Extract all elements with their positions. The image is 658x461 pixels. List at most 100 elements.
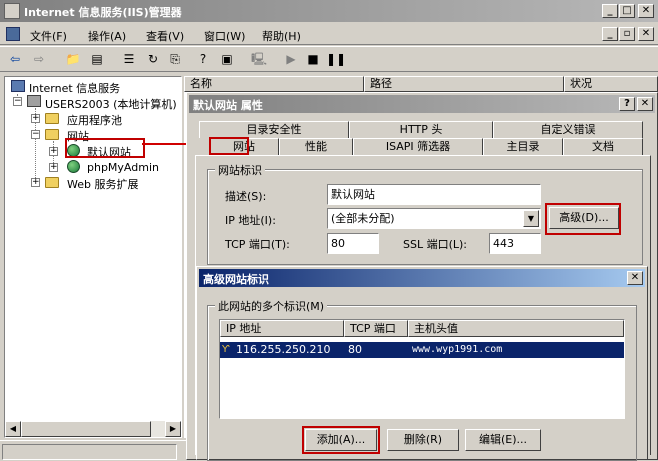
tree-root[interactable]: Internet 信息服务 <box>29 80 120 96</box>
advanced-close-button[interactable]: ✕ <box>627 271 643 285</box>
collapse-icon[interactable]: − <box>13 97 22 106</box>
row-host: www.wyp1991.com <box>412 344 503 355</box>
highlight-box <box>209 137 249 155</box>
expand-icon[interactable]: + <box>31 178 40 187</box>
tree-scrollbar[interactable]: ◀ ▶ <box>5 421 181 437</box>
ip-label: IP 地址(I): <box>225 214 276 227</box>
ssl-port-input[interactable]: 443 <box>489 233 541 254</box>
advanced-dialog: 高级网站标识 ✕ 此网站的多个标识(M) IP 地址 TCP 端口 主机头值 Ƴ… <box>196 266 648 461</box>
tab-label: 目录安全性 <box>246 123 302 136</box>
scroll-right-button[interactable]: ▶ <box>165 421 181 437</box>
pause-icon[interactable]: ❚❚ <box>326 50 346 68</box>
chevron-down-icon[interactable]: ▼ <box>523 210 539 227</box>
expand-icon[interactable]: + <box>31 114 40 123</box>
forward-arrow-icon[interactable]: ⇨ <box>30 50 48 68</box>
row-ip: 116.255.250.210 <box>236 343 331 356</box>
advanced-titlebar: 高级网站标识 ✕ <box>199 269 645 287</box>
scroll-thumb[interactable] <box>21 421 151 437</box>
scroll-left-button[interactable]: ◀ <box>5 421 21 437</box>
column-label: 主机头值 <box>414 322 458 335</box>
expand-icon[interactable]: + <box>49 147 58 156</box>
close-button[interactable]: ✕ <box>638 4 654 18</box>
menu-bar: 文件(F) 操作(A) 查看(V) 窗口(W) 帮助(H) _ ▫ ✕ <box>0 23 658 45</box>
column-header-path[interactable]: 路径 <box>364 76 564 92</box>
tree-app-pools[interactable]: 应用程序池 <box>67 112 122 128</box>
folder-open-icon <box>45 129 59 140</box>
menu-window[interactable]: 窗口(W) <box>204 28 245 44</box>
tree-phpmyadmin[interactable]: phpMyAdmin <box>87 161 159 174</box>
show-tree-icon[interactable]: ▤ <box>88 50 106 68</box>
maximize-button[interactable]: □ <box>619 4 635 18</box>
column-label: 状况 <box>570 77 592 90</box>
help-icon[interactable]: ? <box>194 50 212 68</box>
tab-directory-security[interactable]: 目录安全性 <box>199 121 349 138</box>
ip-address-select[interactable]: (全部未分配) ▼ <box>327 208 541 229</box>
menu-view[interactable]: 查看(V) <box>146 28 184 44</box>
export-list-icon[interactable]: ⎘ <box>166 50 184 68</box>
iis-app-icon <box>4 3 20 19</box>
menu-file[interactable]: 文件(F) <box>30 28 67 44</box>
expand-icon[interactable]: + <box>49 163 58 172</box>
child-close-button[interactable]: ✕ <box>638 27 654 41</box>
edit-button[interactable]: 编辑(E)... <box>465 429 541 451</box>
menu-action[interactable]: 操作(A) <box>88 28 126 44</box>
minimize-button[interactable]: _ <box>602 4 618 18</box>
mmc-window-icon[interactable]: ▣ <box>218 50 236 68</box>
status-panel <box>2 444 177 460</box>
child-restore-button[interactable]: ▫ <box>619 27 635 41</box>
identity-list[interactable]: IP 地址 TCP 端口 主机头值 Ƴ 116.255.250.210 80 w… <box>219 319 625 419</box>
description-input[interactable]: 默认网站 <box>327 184 541 205</box>
binding-icon: Ƴ <box>222 344 230 355</box>
properties-icon[interactable]: ☰ <box>120 50 138 68</box>
column-label: 名称 <box>190 77 212 90</box>
tab-custom-errors[interactable]: 自定义错误 <box>493 121 643 138</box>
delete-button[interactable]: 删除(R) <box>387 429 459 451</box>
table-row[interactable]: Ƴ 116.255.250.210 80 www.wyp1991.com <box>220 342 624 358</box>
ip-select-value: (全部未分配) <box>331 212 395 225</box>
menu-help[interactable]: 帮助(H) <box>262 28 301 44</box>
tab-home-directory[interactable]: 主目录 <box>483 138 563 155</box>
stop-icon[interactable]: ■ <box>304 50 322 68</box>
tab-label: HTTP 头 <box>399 123 443 136</box>
tree-computer[interactable]: USERS2003 (本地计算机) <box>45 96 177 112</box>
collapse-icon[interactable]: − <box>31 130 40 139</box>
tree-web-ext[interactable]: Web 服务扩展 <box>67 176 138 192</box>
tab-documents[interactable]: 文档 <box>563 138 643 155</box>
group-title: 网站标识 <box>215 162 265 178</box>
column-header-host[interactable]: 主机头值 <box>408 320 624 337</box>
dialog-help-button[interactable]: ? <box>619 97 635 111</box>
column-header-ip[interactable]: IP 地址 <box>220 320 344 337</box>
up-folder-icon[interactable]: 📁 <box>64 50 82 68</box>
tab-performance[interactable]: 性能 <box>279 138 353 155</box>
main-titlebar: Internet 信息服务(IIS)管理器 _ □ ✕ <box>0 0 658 22</box>
column-label: 路径 <box>370 77 392 90</box>
properties-title: 默认网站 属性 <box>193 99 263 112</box>
column-header-status[interactable]: 状况 <box>564 76 658 92</box>
tcp-port-input[interactable]: 80 <box>327 233 379 254</box>
window-title: Internet 信息服务(IIS)管理器 <box>24 6 182 19</box>
column-header-tcp[interactable]: TCP 端口 <box>344 320 408 337</box>
tcp-label: TCP 端口(T): <box>225 238 290 251</box>
folder-icon <box>45 177 59 188</box>
dialog-close-button[interactable]: ✕ <box>637 97 653 111</box>
tab-label: ISAPI 筛选器 <box>385 140 451 153</box>
tab-http-headers[interactable]: HTTP 头 <box>349 121 493 138</box>
row-port: 80 <box>348 343 362 356</box>
iis-root-icon <box>11 80 25 92</box>
properties-titlebar: 默认网站 属性 ? ✕ <box>189 95 655 113</box>
website-globe-icon <box>67 160 80 173</box>
tab-isapi-filters[interactable]: ISAPI 筛选器 <box>353 138 483 155</box>
tab-label: 主目录 <box>506 140 540 153</box>
play-icon[interactable]: ▶ <box>282 50 300 68</box>
highlight-box <box>302 426 380 454</box>
computer-node-icon <box>27 95 41 107</box>
child-minimize-button[interactable]: _ <box>602 27 618 41</box>
computer-icon[interactable]: 🖳 <box>250 50 268 68</box>
back-arrow-icon[interactable]: ⇦ <box>6 50 24 68</box>
refresh-icon[interactable]: ↻ <box>144 50 162 68</box>
tab-label: 性能 <box>305 140 327 153</box>
advanced-title: 高级网站标识 <box>203 273 269 286</box>
toolbar: ⇦ ⇨ 📁 ▤ ☰ ↻ ⎘ ? ▣ 🖳 ▶ ■ ❚❚ <box>0 46 658 72</box>
desc-label: 描述(S): <box>225 190 267 203</box>
column-header-name[interactable]: 名称 <box>184 76 364 92</box>
